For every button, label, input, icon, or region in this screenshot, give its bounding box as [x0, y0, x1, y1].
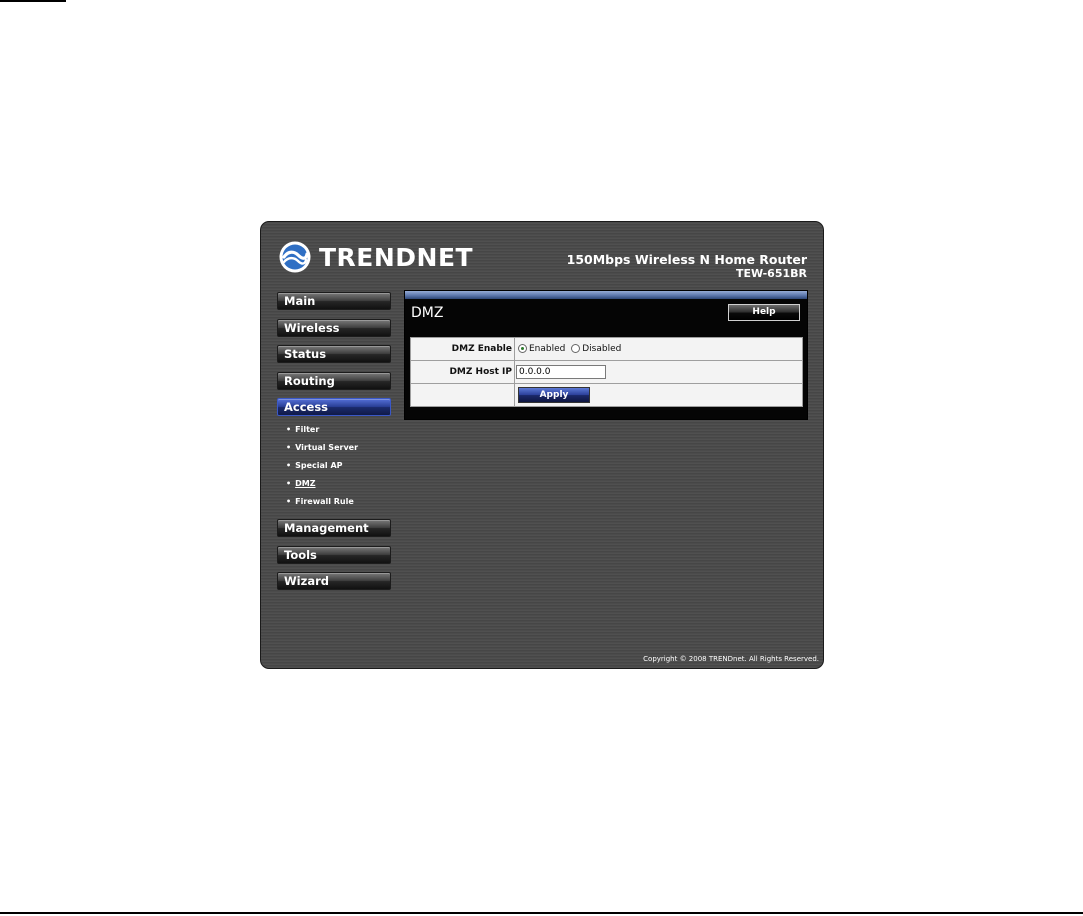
copyright-text: Copyright © 2008 TRENDnet. All Rights Re… [643, 655, 819, 663]
product-name: 150Mbps Wireless N Home Router [566, 252, 807, 267]
submenu-filter-label: Filter [295, 424, 320, 434]
bullet: • [286, 460, 292, 470]
nav-access-button[interactable]: Access [277, 398, 391, 416]
brand-name: TRENDNET [319, 242, 474, 272]
apply-row: Apply [410, 383, 803, 407]
disabled-radio[interactable] [571, 344, 581, 353]
submenu-firewall-rule-label: Firewall Rule [295, 497, 354, 507]
submenu-dmz-label: DMZ [295, 479, 316, 489]
enabled-radio-label[interactable]: Enabled [529, 344, 565, 354]
nav-tools-button[interactable]: Tools [277, 545, 391, 564]
bullet: • [286, 424, 292, 434]
apply-button[interactable]: Apply [518, 387, 590, 403]
page-title: DMZ [411, 305, 444, 321]
access-submenu: • Filter • Virtual Server • Special AP • DMZ… [277, 421, 391, 512]
apply-row-spacer [410, 383, 515, 407]
submenu-dmz-link[interactable]: • DMZ [277, 475, 391, 493]
dmz-enable-row: DMZ Enable Enabled Disabled [410, 337, 803, 361]
bottom-rule [0, 912, 1083, 914]
dmz-host-ip-label: DMZ Host IP [410, 360, 515, 384]
apply-field: Apply [514, 383, 803, 407]
bullet: • [286, 479, 292, 489]
sidebar-nav: Main Wireless Status Routing Access • Fil… [277, 292, 391, 599]
dmz-host-ip-row: DMZ Host IP [410, 360, 803, 384]
dmz-host-ip-field [514, 360, 803, 384]
nav-routing-button[interactable]: Routing [277, 371, 391, 390]
nav-wizard-button[interactable]: Wizard [277, 572, 391, 591]
trendnet-logo-icon [279, 241, 311, 273]
enabled-radio[interactable] [518, 344, 527, 353]
nav-status-button[interactable]: Status [277, 345, 391, 363]
help-button[interactable]: Help [728, 304, 800, 321]
panel-header-bar [405, 291, 807, 299]
submenu-special-ap-label: Special AP [295, 460, 343, 470]
trendnet-logo: TRENDNET [278, 237, 473, 277]
dmz-enable-label: DMZ Enable [410, 337, 515, 361]
nav-wireless-button[interactable]: Wireless [277, 318, 391, 337]
nav-management-button[interactable]: Management [277, 519, 391, 538]
submenu-virtual-server-link[interactable]: • Virtual Server [277, 439, 391, 457]
dmz-panel: DMZ Help DMZ Enable Enabled Disabled DMZ… [404, 290, 808, 420]
top-rule [0, 0, 66, 2]
submenu-virtual-server-label: Virtual Server [295, 442, 359, 452]
submenu-filter-link[interactable]: • Filter [277, 421, 391, 439]
bullet: • [286, 442, 292, 452]
submenu-special-ap-link[interactable]: • Special AP [277, 457, 391, 475]
model-name: TEW-651BR [735, 267, 807, 280]
dmz-host-ip-input[interactable] [516, 365, 606, 379]
dmz-form: DMZ Enable Enabled Disabled DMZ Host IP … [410, 337, 803, 407]
submenu-firewall-rule-link[interactable]: • Firewall Rule [277, 493, 391, 511]
nav-main-button[interactable]: Main [277, 292, 391, 310]
dmz-enable-field: Enabled Disabled [514, 337, 803, 361]
router-admin-frame: TRENDNET 150Mbps Wireless N Home Router … [260, 221, 824, 669]
disabled-radio-label[interactable]: Disabled [582, 344, 621, 354]
bullet: • [286, 497, 292, 507]
